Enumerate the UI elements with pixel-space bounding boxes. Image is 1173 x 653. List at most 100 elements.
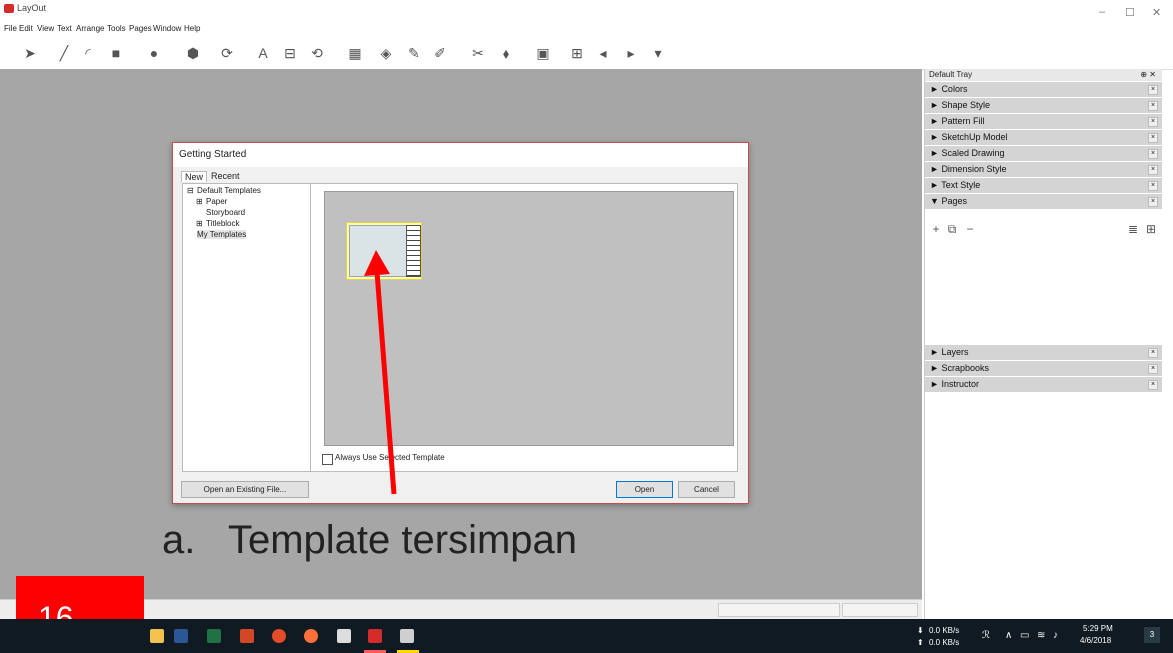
file-explorer-icon[interactable] <box>150 629 164 643</box>
maximize-button[interactable]: ☐ <box>1125 6 1135 19</box>
tree-my-templates[interactable]: My Templates <box>197 230 247 239</box>
close-icon[interactable]: × <box>1148 101 1158 111</box>
text-tool-icon[interactable]: A <box>255 45 271 61</box>
sample-tool-icon[interactable]: ✐ <box>432 45 448 61</box>
always-use-template-checkbox[interactable] <box>322 454 333 465</box>
tab-new[interactable]: New <box>181 171 208 182</box>
circle-tool-icon[interactable]: ● <box>146 45 162 61</box>
menu-text[interactable]: Text <box>57 24 72 33</box>
clock-date[interactable]: 4/6/2018 <box>1080 636 1111 645</box>
template-thumbnail[interactable] <box>346 222 422 280</box>
tray-panel-pattern-fill[interactable]: ► Pattern Fill × <box>925 114 1162 130</box>
menu-file[interactable]: File <box>4 24 17 33</box>
tray-panel-scrapbooks[interactable]: ► Scrapbooks × <box>925 361 1162 377</box>
presentation-icon[interactable]: ▣ <box>535 45 551 61</box>
zoom-field[interactable] <box>842 603 918 617</box>
rectangle-tool-icon[interactable]: ■ <box>108 45 124 61</box>
line-tool-icon[interactable]: ╱ <box>56 45 72 61</box>
close-icon[interactable]: × <box>1148 181 1158 191</box>
tray-panel-colors[interactable]: ► Colors × <box>925 82 1162 98</box>
tray-panel-shape-style[interactable]: ► Shape Style × <box>925 98 1162 114</box>
duplicate-page-icon[interactable]: ⧉ <box>945 222 959 236</box>
eraser-tool-icon[interactable]: ◈ <box>378 45 394 61</box>
close-button[interactable]: ✕ <box>1152 6 1161 19</box>
next-page-icon[interactable]: ▸ <box>623 45 639 61</box>
close-icon[interactable]: × <box>1148 197 1158 207</box>
tray-panel-text-style[interactable]: ► Text Style × <box>925 178 1162 194</box>
tree-titleblock[interactable]: Titleblock <box>206 219 240 228</box>
offset-tool-icon[interactable]: ⟳ <box>219 45 235 61</box>
battery-icon[interactable]: ▭ <box>1020 630 1029 641</box>
join-tool-icon[interactable]: ⬧ <box>498 45 514 61</box>
notepad-icon[interactable] <box>337 629 351 643</box>
tray-panel-sketchup-model[interactable]: ► SketchUp Model × <box>925 130 1162 146</box>
select-arrow-icon[interactable]: ➤ <box>22 45 38 61</box>
open-button[interactable]: Open <box>616 481 673 498</box>
previous-page-icon[interactable]: ◂ <box>595 45 611 61</box>
layout-taskbar-icon[interactable] <box>368 629 382 643</box>
tray-chevron-icon[interactable]: ∧ <box>1005 630 1012 641</box>
close-icon[interactable]: × <box>1148 348 1158 358</box>
tree-expand-icon[interactable]: ⊟ <box>187 186 194 195</box>
delete-page-icon[interactable]: − <box>963 222 977 236</box>
template-gallery <box>324 191 734 446</box>
arc-tool-icon[interactable]: ◜ <box>80 45 96 61</box>
label-tool-icon[interactable]: ⊟ <box>282 45 298 61</box>
tray-panel-instructor[interactable]: ► Instructor × <box>925 377 1162 393</box>
close-icon[interactable]: × <box>1148 165 1158 175</box>
list-view-icon[interactable]: ≣ <box>1126 222 1140 236</box>
style-tool-icon[interactable]: ✎ <box>406 45 422 61</box>
grid-view-icon[interactable]: ⊞ <box>1144 222 1158 236</box>
close-icon[interactable]: × <box>1148 380 1158 390</box>
clock-time[interactable]: 5:29 PM <box>1083 624 1113 633</box>
add-page-icon[interactable]: + <box>929 222 943 236</box>
tray-panel-pages[interactable]: ▼ Pages × <box>925 194 1162 210</box>
menu-window[interactable]: Window <box>153 24 181 33</box>
tray-panel-layers[interactable]: ► Layers × <box>925 345 1162 361</box>
tree-storyboard[interactable]: Storyboard <box>206 208 245 217</box>
tray-panel-scaled-drawing[interactable]: ► Scaled Drawing × <box>925 146 1162 162</box>
open-existing-file-button[interactable]: Open an Existing File... <box>181 481 309 498</box>
notification-center-icon[interactable]: 3 <box>1144 627 1160 643</box>
word-icon[interactable] <box>174 629 188 643</box>
tab-recent[interactable]: Recent <box>208 171 243 181</box>
polygon-tool-icon[interactable]: ⬢ <box>185 45 201 61</box>
wifi-icon[interactable]: ≋ <box>1037 630 1045 641</box>
tray-panel-dimension-style[interactable]: ► Dimension Style × <box>925 162 1162 178</box>
tree-expand-icon[interactable]: ⊞ <box>196 219 203 228</box>
template-titleblock-preview <box>406 225 421 277</box>
measurements-field[interactable] <box>718 603 840 617</box>
app-taskbar-icon[interactable] <box>400 629 414 643</box>
getting-started-dialog: Getting Started New Recent ⊟ Default Tem… <box>172 142 749 504</box>
toolbar-overflow-icon[interactable]: ▾ <box>650 45 666 61</box>
table-tool-icon[interactable]: ▦ <box>347 45 363 61</box>
people-icon[interactable]: ℛ <box>982 630 990 641</box>
close-icon[interactable]: × <box>1148 133 1158 143</box>
tree-paper[interactable]: Paper <box>206 197 227 206</box>
close-icon[interactable]: × <box>1148 85 1158 95</box>
cancel-button[interactable]: Cancel <box>678 481 735 498</box>
window-title-bar: LayOut – ☐ ✕ <box>0 0 1173 24</box>
menu-view[interactable]: View <box>37 24 54 33</box>
minimize-button[interactable]: – <box>1099 6 1105 18</box>
tree-expand-icon[interactable]: ⊞ <box>196 197 203 206</box>
powerpoint-icon[interactable] <box>240 629 254 643</box>
close-icon[interactable]: × <box>1148 149 1158 159</box>
firefox-icon[interactable] <box>304 629 318 643</box>
template-page-preview <box>349 225 407 277</box>
close-icon[interactable]: × <box>1148 364 1158 374</box>
tree-default-templates[interactable]: Default Templates <box>197 186 261 195</box>
menu-tools[interactable]: Tools <box>107 24 126 33</box>
menu-edit[interactable]: Edit <box>19 24 33 33</box>
close-icon[interactable]: × <box>1148 117 1158 127</box>
dimension-tool-icon[interactable]: ⟲ <box>309 45 325 61</box>
menu-pages[interactable]: Pages <box>129 24 152 33</box>
add-page-icon[interactable]: ⊞ <box>569 45 585 61</box>
tray-pin-close[interactable]: ⊕ ✕ <box>1140 70 1156 79</box>
excel-icon[interactable] <box>207 629 221 643</box>
menu-help[interactable]: Help <box>184 24 200 33</box>
chrome-icon[interactable] <box>272 629 286 643</box>
menu-arrange[interactable]: Arrange <box>76 24 104 33</box>
volume-icon[interactable]: ♪ <box>1053 630 1058 641</box>
split-tool-icon[interactable]: ✂ <box>470 45 486 61</box>
